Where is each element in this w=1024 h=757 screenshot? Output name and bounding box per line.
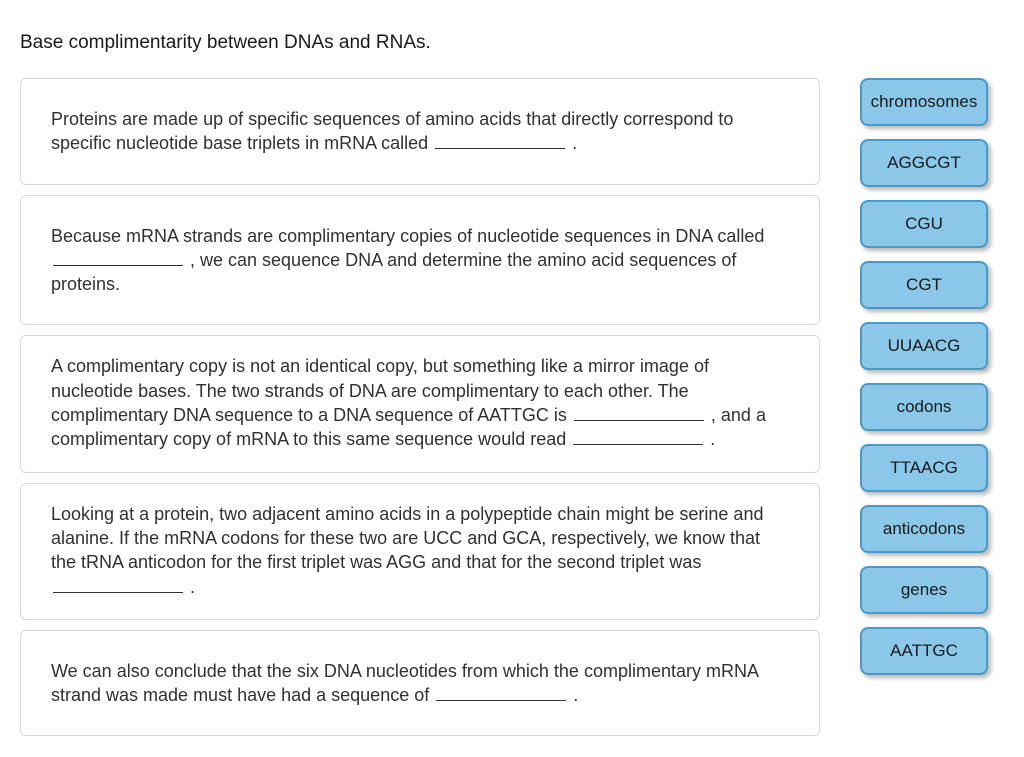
answer-chip[interactable]: codons (860, 383, 988, 431)
question-text: Looking at a protein, two adjacent amino… (51, 504, 763, 573)
question-box[interactable]: Because mRNA strands are complimentary c… (20, 195, 820, 326)
answer-chip[interactable]: UUAACG (860, 322, 988, 370)
fill-blank[interactable] (574, 405, 704, 421)
fill-blank[interactable] (53, 250, 183, 266)
content-wrap: Proteins are made up of specific sequenc… (0, 54, 1024, 736)
answers-column: chromosomes AGGCGT CGU CGT UUAACG codons TTAAC… (860, 78, 988, 675)
fill-blank[interactable] (435, 133, 565, 149)
fill-blank[interactable] (53, 576, 183, 592)
question-text: We can also conclude that the six DNA nu… (51, 661, 758, 705)
answer-chip[interactable]: CGT (860, 261, 988, 309)
question-text: . (568, 685, 578, 705)
answer-chip[interactable]: chromosomes (860, 78, 988, 126)
fill-blank[interactable] (573, 429, 703, 445)
question-box[interactable]: Proteins are made up of specific sequenc… (20, 78, 820, 185)
page-title: Base complimentarity between DNAs and RN… (0, 0, 1024, 54)
question-box[interactable]: Looking at a protein, two adjacent amino… (20, 483, 820, 620)
fill-blank[interactable] (436, 685, 566, 701)
answer-chip[interactable]: AATTGC (860, 627, 988, 675)
answer-chip[interactable]: genes (860, 566, 988, 614)
question-text: . (185, 577, 195, 597)
questions-column: Proteins are made up of specific sequenc… (20, 78, 820, 736)
question-text: . (567, 133, 577, 153)
answer-chip[interactable]: TTAACG (860, 444, 988, 492)
answer-chip[interactable]: CGU (860, 200, 988, 248)
question-text: Because mRNA strands are complimentary c… (51, 226, 764, 246)
question-text: . (705, 429, 715, 449)
question-text: Proteins are made up of specific sequenc… (51, 109, 733, 153)
answer-chip[interactable]: anticodons (860, 505, 988, 553)
question-box[interactable]: We can also conclude that the six DNA nu… (20, 630, 820, 737)
question-box[interactable]: A complimentary copy is not an identical… (20, 335, 820, 472)
answer-chip[interactable]: AGGCGT (860, 139, 988, 187)
